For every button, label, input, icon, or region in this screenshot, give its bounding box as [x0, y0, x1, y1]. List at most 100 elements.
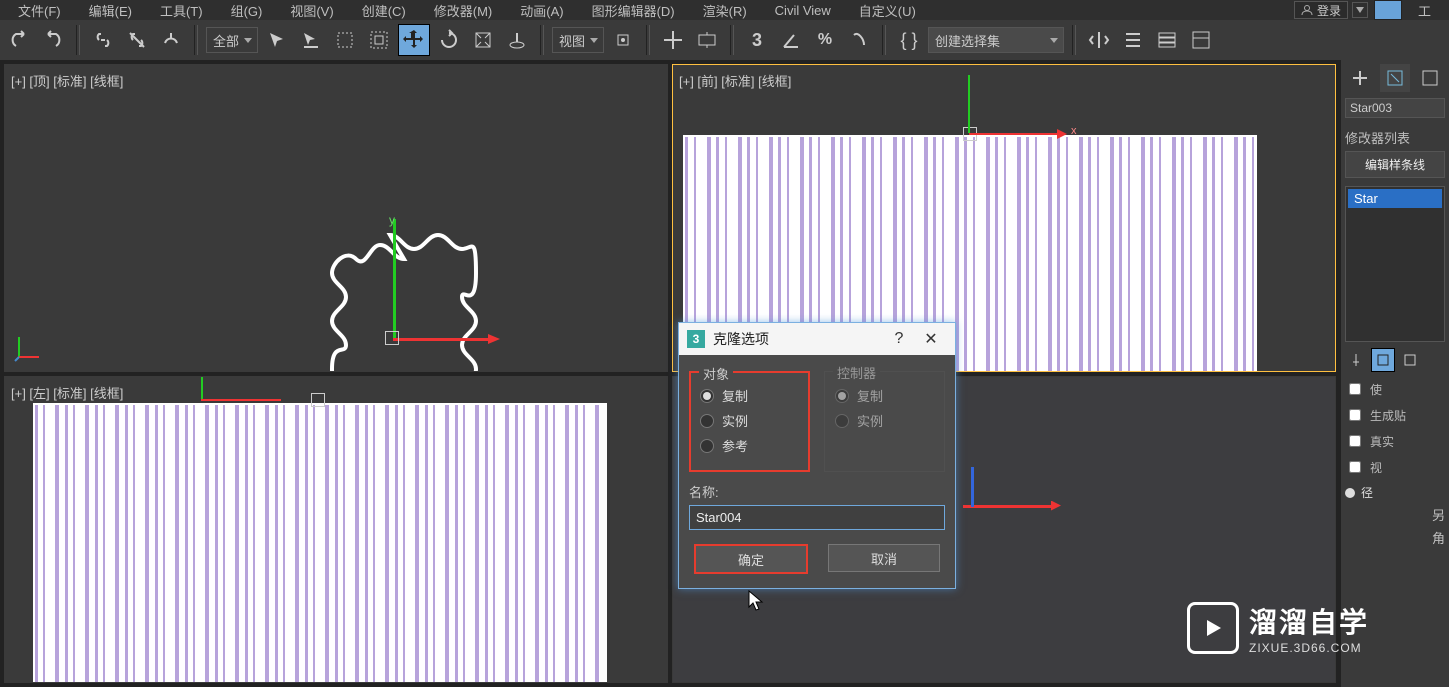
group-object: 对象 复制 实例 参考 — [689, 371, 810, 472]
axis-x — [393, 338, 493, 341]
viewports: [+] [顶] [标准] [线框] y [+] [前] [标准] [线框] x … — [0, 60, 1340, 687]
radio-radius[interactable] — [1345, 488, 1355, 498]
select-and-rotate-button[interactable] — [434, 25, 464, 55]
name-input[interactable] — [689, 505, 945, 530]
panel-extra-2: 另 — [1345, 505, 1445, 524]
angle-snap-button[interactable] — [776, 25, 806, 55]
percent-snap-button[interactable]: % — [810, 25, 840, 55]
object-name-input[interactable] — [1345, 98, 1445, 118]
keyboard-shortcut-button[interactable] — [692, 25, 722, 55]
watermark-brand: 溜溜自学 — [1249, 601, 1369, 641]
modifier-list-label: 修改器列表 — [1345, 128, 1445, 147]
menu-modifiers[interactable]: 修改器(M) — [420, 1, 507, 20]
menu-animation[interactable]: 动画(A) — [506, 1, 577, 20]
make-unique-button[interactable] — [1399, 349, 1421, 371]
use-pivot-center-button[interactable] — [608, 25, 638, 55]
chk-use[interactable] — [1349, 383, 1361, 395]
left-axis-y — [201, 377, 203, 401]
redo-button[interactable] — [38, 25, 68, 55]
viewport-top[interactable]: [+] [顶] [标准] [线框] y — [4, 64, 668, 372]
star-shape — [275, 225, 505, 372]
gizmo-origin — [385, 331, 399, 345]
menu-cut[interactable]: 工 — [1404, 1, 1445, 20]
ok-button[interactable]: 确定 — [694, 544, 808, 574]
watermark-url: ZIXUE.3D66.COM — [1249, 641, 1369, 655]
chk-use-label: 使 — [1370, 381, 1382, 398]
command-panel-tabs — [1345, 64, 1445, 92]
undo-button[interactable] — [4, 25, 34, 55]
left-gizmo — [311, 393, 325, 407]
menu-tools[interactable]: 工具(T) — [146, 1, 217, 20]
select-region-rect-button[interactable] — [330, 25, 360, 55]
toggle-ribbon-button[interactable] — [1186, 25, 1216, 55]
mirror-button[interactable] — [1084, 25, 1114, 55]
viewport-left[interactable]: [+] [左] [标准] [线框] — [4, 376, 668, 684]
select-object-button[interactable] — [262, 25, 292, 55]
menu-group[interactable]: 组(G) — [217, 1, 277, 20]
link-button[interactable] — [88, 25, 118, 55]
radio-copy[interactable]: 复制 — [700, 386, 799, 405]
named-selection-combo[interactable]: 创建选择集 — [928, 27, 1064, 53]
workspace-button[interactable] — [1374, 0, 1402, 20]
select-and-place-button[interactable] — [502, 25, 532, 55]
radio-reference-label: 参考 — [722, 436, 748, 455]
show-end-result-button[interactable] — [1371, 348, 1395, 372]
edit-spline-button[interactable]: 编辑样条线 — [1345, 151, 1445, 178]
chk-realworld[interactable] — [1349, 435, 1361, 447]
chk-genmap[interactable] — [1349, 409, 1361, 421]
pin-stack-button[interactable] — [1345, 349, 1367, 371]
selection-filter-combo[interactable]: 全部 — [206, 27, 258, 53]
select-and-move-button[interactable] — [398, 24, 430, 56]
unlink-button[interactable] — [122, 25, 152, 55]
chk-view[interactable] — [1349, 461, 1361, 473]
radio-instance[interactable]: 实例 — [700, 411, 799, 430]
spinner-snap-button[interactable] — [844, 25, 874, 55]
menu-file[interactable]: 文件(F) — [4, 1, 75, 20]
world-axis-icon — [13, 327, 49, 363]
group-controller-title: 控制器 — [833, 363, 880, 382]
menu-view[interactable]: 视图(V) — [276, 1, 347, 20]
app-icon: 3 — [687, 330, 705, 348]
align-button[interactable] — [1118, 25, 1148, 55]
menu-grapheditors[interactable]: 图形编辑器(D) — [578, 1, 689, 20]
persp-axis-x — [963, 505, 1053, 508]
login-dropdown[interactable] — [1352, 2, 1368, 18]
cursor-icon — [748, 590, 766, 612]
group-object-title: 对象 — [699, 364, 733, 383]
main-toolbar: 全部 视图 3 % { } 创建选择集 — [0, 20, 1449, 61]
play-icon — [1187, 602, 1239, 654]
menu-render[interactable]: 渲染(R) — [689, 1, 761, 20]
chk-genmap-label: 生成贴 — [1370, 407, 1406, 424]
reference-coord-combo[interactable]: 视图 — [552, 27, 604, 53]
dialog-titlebar[interactable]: 3 克隆选项 ? ✕ — [679, 323, 955, 355]
menu-create[interactable]: 创建(C) — [348, 1, 420, 20]
login-button[interactable]: 登录 — [1294, 1, 1348, 19]
radio-copy-label: 复制 — [722, 386, 748, 405]
radio-reference[interactable]: 参考 — [700, 436, 799, 455]
menu-customize[interactable]: 自定义(U) — [845, 1, 930, 20]
select-and-scale-button[interactable] — [468, 25, 498, 55]
edit-selection-set-button[interactable]: { } — [894, 25, 924, 55]
select-region-window-button[interactable] — [364, 25, 394, 55]
front-axis-y — [968, 75, 970, 133]
modify-tab[interactable] — [1380, 64, 1411, 92]
modifier-stack-item-star[interactable]: Star — [1348, 189, 1442, 208]
select-by-name-button[interactable] — [296, 25, 326, 55]
hierarchy-tab[interactable] — [1414, 64, 1445, 92]
menu-civilview[interactable]: Civil View — [761, 3, 845, 18]
bind-button[interactable] — [156, 25, 186, 55]
layer-explorer-button[interactable] — [1152, 25, 1182, 55]
radio-ctrl-copy: 复制 — [835, 386, 934, 405]
viewport-front-label: [+] [前] [标准] [线框] — [679, 71, 791, 90]
axis-y-label: y — [389, 213, 395, 227]
watermark: 溜溜自学 ZIXUE.3D66.COM — [1187, 601, 1369, 655]
select-manipulate-button[interactable] — [658, 25, 688, 55]
menu-edit[interactable]: 编辑(E) — [75, 1, 146, 20]
dialog-close-button[interactable]: ✕ — [915, 329, 947, 349]
dialog-help-button[interactable]: ? — [883, 330, 915, 348]
modifier-stack[interactable]: Star — [1345, 186, 1445, 342]
snap-toggle-button[interactable]: 3 — [742, 25, 772, 55]
dialog-title-text: 克隆选项 — [713, 329, 769, 349]
cancel-button[interactable]: 取消 — [828, 544, 940, 572]
create-tab[interactable] — [1345, 64, 1376, 92]
